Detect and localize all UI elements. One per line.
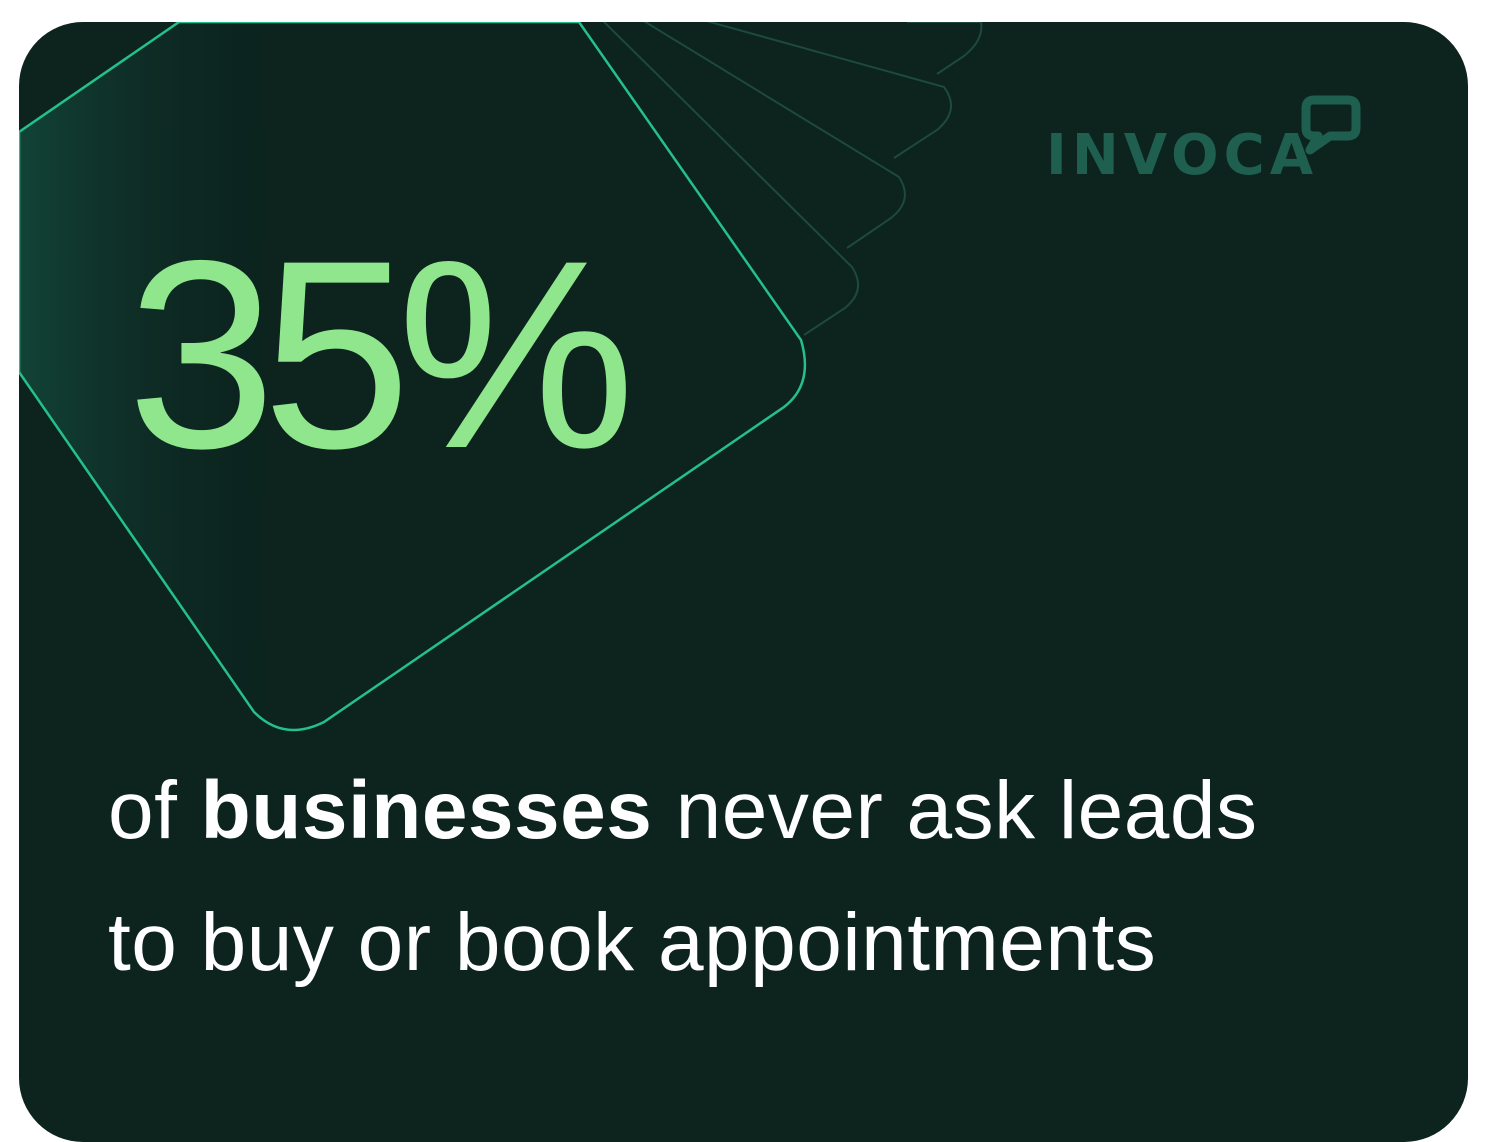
stat-caption: of businesses never ask leads to buy or b…: [108, 745, 1428, 1009]
caption-line2: to buy or book appointments: [108, 897, 1157, 988]
logo-text: INVOCA: [1046, 123, 1319, 188]
invoca-logo: INVOCA: [1046, 92, 1362, 188]
caption-emphasis: businesses: [200, 765, 653, 856]
caption-line1-rest: never ask leads: [652, 765, 1258, 856]
caption-lead: of: [108, 765, 201, 856]
stat-percentage: 35%: [127, 204, 635, 504]
chat-bubble-icon: [1301, 95, 1361, 155]
